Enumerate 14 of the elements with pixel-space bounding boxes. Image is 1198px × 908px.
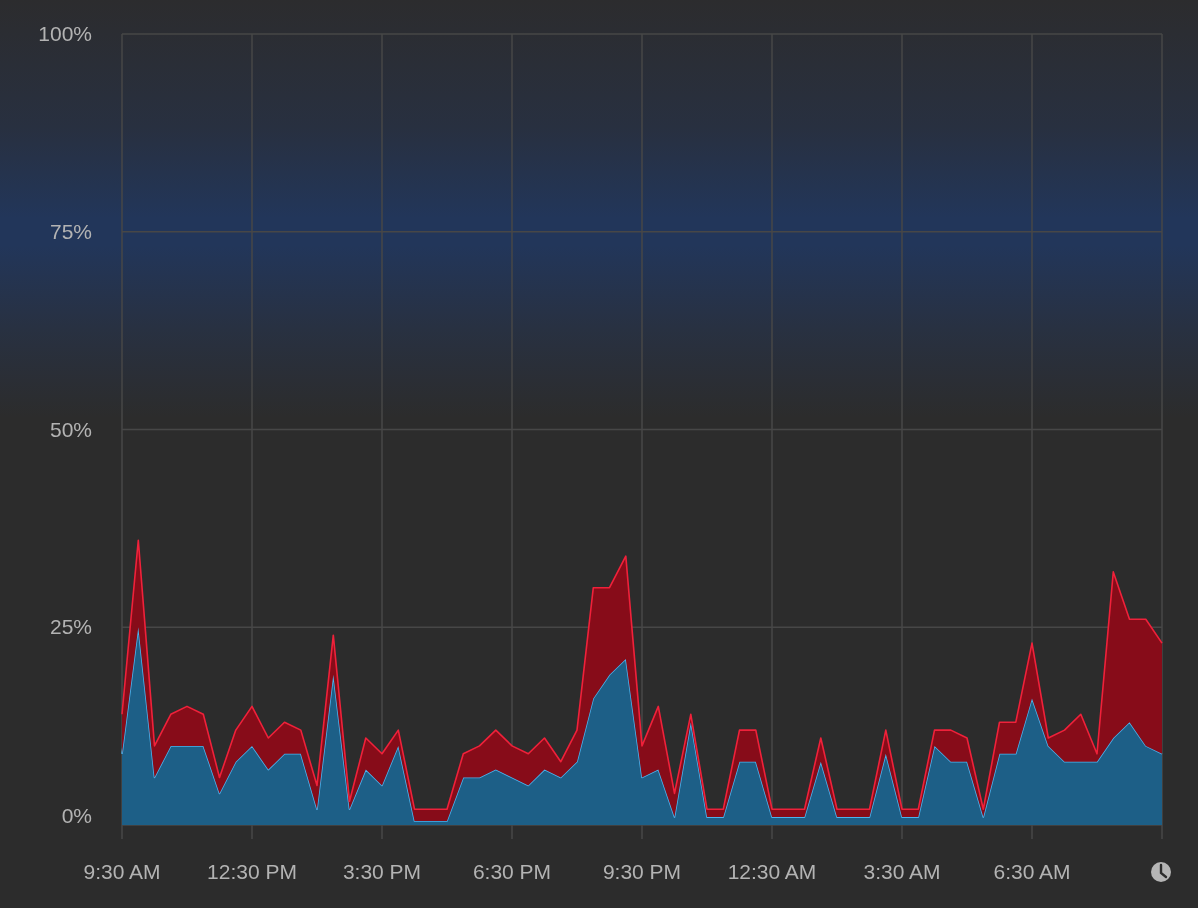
x-axis-label: 12:30 PM [207, 860, 297, 883]
y-axis-label: 25% [49, 615, 92, 639]
x-axis-label: 3:30 AM [863, 860, 941, 883]
y-axis-label: 50% [49, 417, 92, 441]
x-axis-label: 6:30 AM [993, 860, 1071, 883]
x-axis-label: 12:30 AM [727, 860, 817, 883]
x-axis-label: 6:30 PM [472, 860, 552, 883]
x-axis-label: 9:30 AM [83, 860, 161, 883]
clock-icon[interactable] [1151, 862, 1171, 882]
x-axis-label: 3:30 PM [342, 860, 422, 883]
y-axis-label: 75% [49, 219, 92, 243]
y-axis-label: 100% [38, 22, 92, 45]
y-axis-label: 0% [61, 804, 92, 827]
x-axis-label: 9:30 PM [602, 860, 682, 883]
